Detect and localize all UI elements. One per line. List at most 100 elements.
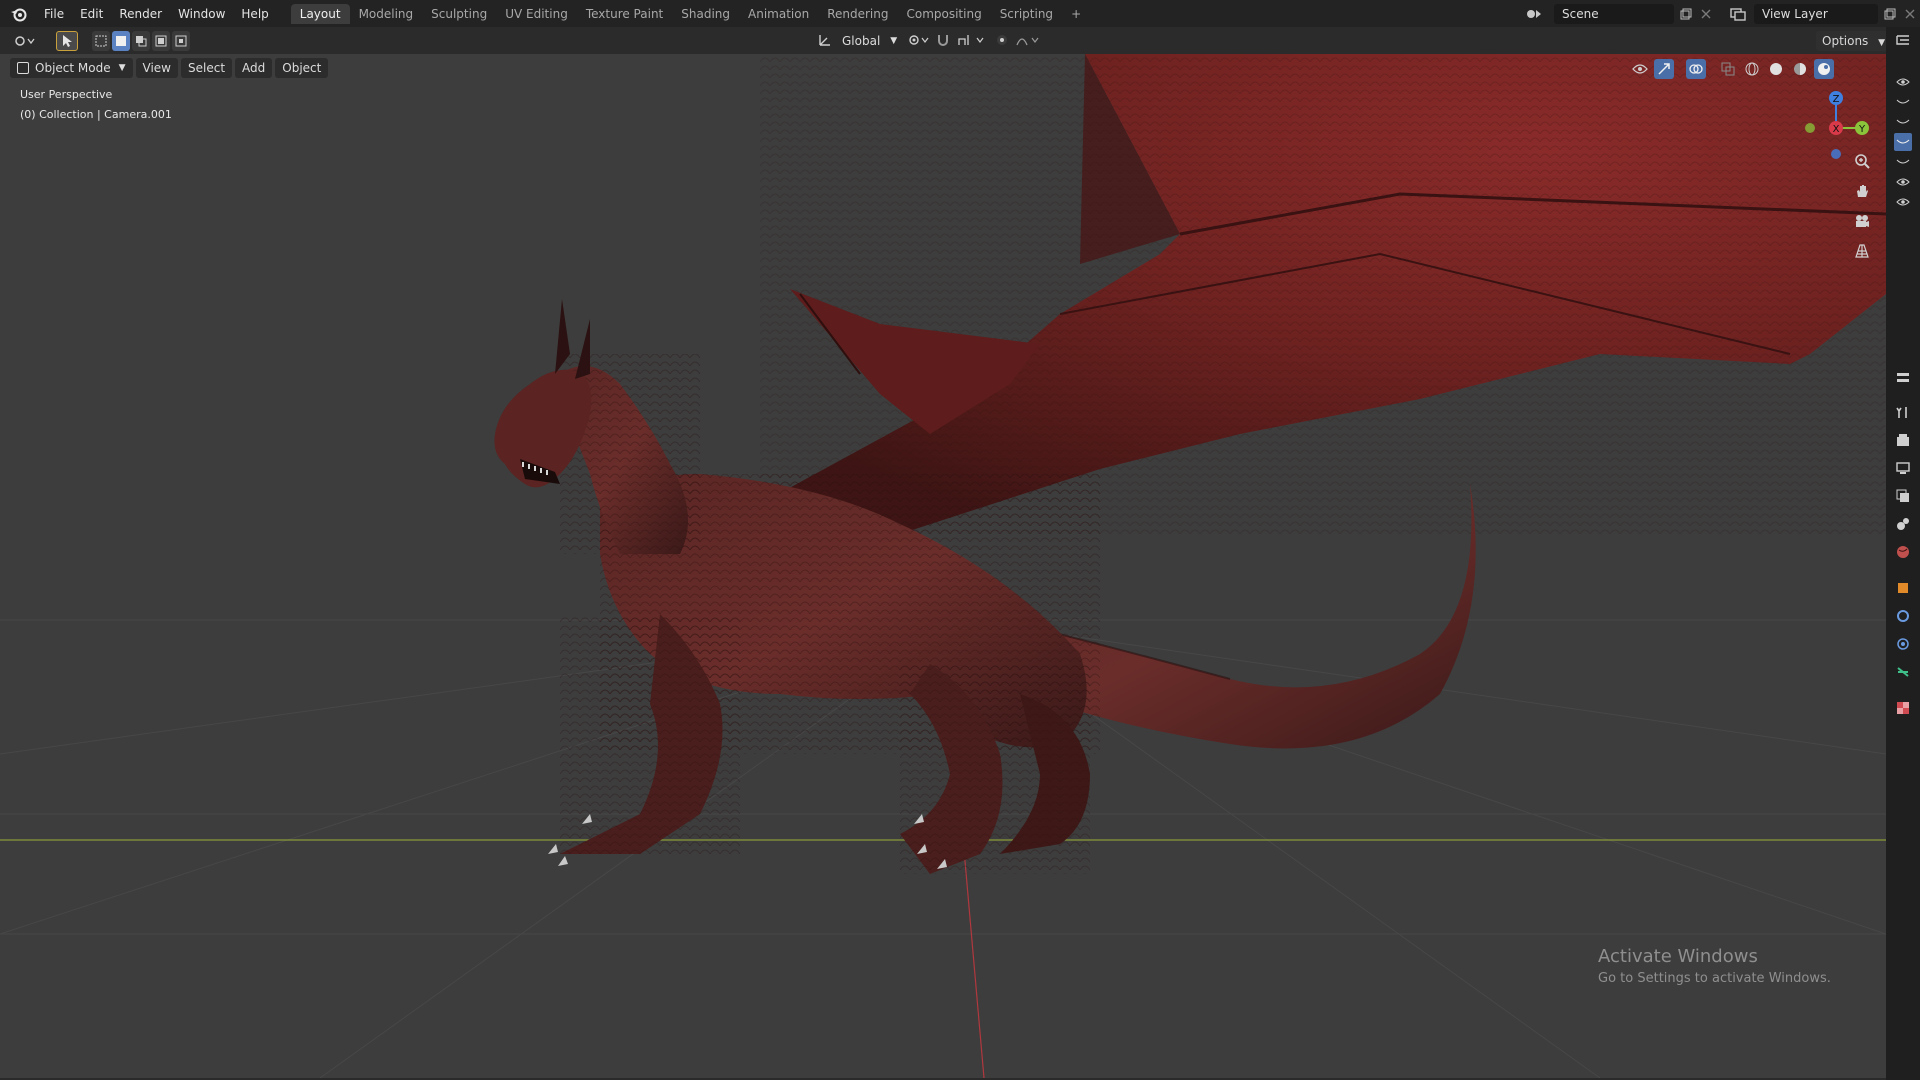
menu-file[interactable]: File: [36, 4, 72, 24]
tab-animation[interactable]: Animation: [739, 4, 818, 24]
tab-texture-paint[interactable]: Texture Paint: [577, 4, 672, 24]
camera-icon[interactable]: [1849, 208, 1875, 234]
svg-text:X: X: [1833, 124, 1840, 135]
hand-icon[interactable]: [1849, 178, 1875, 204]
3d-viewport[interactable]: Object Mode ▼ View Select Add Object Use…: [0, 54, 1886, 1078]
rendered-shading-icon[interactable]: [1814, 59, 1834, 79]
tab-compositing[interactable]: Compositing: [897, 4, 990, 24]
visibility-icon[interactable]: [1630, 59, 1650, 79]
proportional-falloff-icon[interactable]: [1015, 33, 1041, 50]
visibility-icon[interactable]: [1894, 173, 1912, 191]
physics-icon[interactable]: [1894, 635, 1912, 653]
zoom-icon[interactable]: [1849, 148, 1875, 174]
top-bar: File Edit Render Window Help Layout Mode…: [0, 0, 1920, 27]
texture-icon[interactable]: [1894, 699, 1912, 717]
perspective-label: User Perspective: [20, 88, 113, 101]
tab-rendering[interactable]: Rendering: [818, 4, 897, 24]
xray-icon[interactable]: [1718, 59, 1738, 79]
object-mode-dropdown[interactable]: Object Mode ▼: [10, 58, 133, 78]
solid-shading-icon[interactable]: [1766, 59, 1786, 79]
object-mode-icon: [17, 62, 29, 74]
outliner-icon[interactable]: [1894, 32, 1912, 50]
menu-window[interactable]: Window: [170, 4, 233, 24]
menu-render[interactable]: Render: [111, 4, 170, 24]
view-layer-field[interactable]: View Layer: [1754, 4, 1878, 24]
snap-target-icon[interactable]: [957, 33, 985, 50]
select-box-icon[interactable]: [132, 30, 150, 51]
editor-type-icon[interactable]: [10, 31, 40, 51]
object-icon[interactable]: [1894, 579, 1912, 597]
view-layer-icon[interactable]: [1728, 4, 1748, 24]
chevron-down-icon: ▼: [1878, 38, 1886, 48]
options-label: Options: [1822, 34, 1869, 48]
workspace-tabs: Layout Modeling Sculpting UV Editing Tex…: [290, 3, 1090, 24]
svg-text:Z: Z: [1833, 94, 1840, 105]
menu-select[interactable]: Select: [181, 58, 233, 78]
visibility-icon[interactable]: [1894, 73, 1912, 91]
tab-uv-editing[interactable]: UV Editing: [496, 4, 577, 24]
dragon-horn: [575, 319, 590, 379]
menu-edit[interactable]: Edit: [72, 4, 111, 24]
transform-tools: Global ▼: [818, 31, 1041, 51]
collection-label: (0) Collection | Camera.001: [20, 108, 172, 121]
material-shading-icon[interactable]: [1790, 59, 1810, 79]
add-workspace-icon[interactable]: +: [1062, 4, 1090, 24]
scene-name-field[interactable]: Scene: [1554, 4, 1674, 24]
visibility-icon[interactable]: [1894, 93, 1912, 111]
properties-strip: [1886, 27, 1920, 1080]
close-icon[interactable]: [1900, 4, 1920, 24]
svg-text:Y: Y: [1858, 124, 1866, 135]
options-dropdown[interactable]: Options ▼: [1816, 31, 1892, 51]
scene-icon[interactable]: [1524, 4, 1544, 24]
select-arrow-icon[interactable]: [56, 30, 78, 51]
output-icon[interactable]: [1894, 459, 1912, 477]
proportional-edit-icon[interactable]: [995, 33, 1009, 50]
wireframe-shading-icon[interactable]: [1742, 59, 1762, 79]
menu-object[interactable]: Object: [275, 58, 329, 78]
visibility-icon[interactable]: [1894, 153, 1912, 171]
select-box-icon[interactable]: [152, 30, 170, 51]
visibility-icon[interactable]: [1894, 113, 1912, 131]
tab-modeling[interactable]: Modeling: [350, 4, 423, 24]
tab-scripting[interactable]: Scripting: [991, 4, 1062, 24]
tab-layout[interactable]: Layout: [290, 3, 350, 24]
object-mode-label: Object Mode: [35, 61, 111, 75]
selection-mode-group: [92, 30, 190, 51]
visibility-icon[interactable]: [1894, 133, 1912, 151]
watermark-subtitle: Go to Settings to activate Windows.: [1598, 971, 1831, 986]
render-icon[interactable]: [1894, 431, 1912, 449]
menu-view[interactable]: View: [135, 58, 178, 78]
select-box-icon[interactable]: [92, 30, 110, 51]
viewport-scene: [0, 54, 1886, 1078]
scene-selector-group: Scene View Layer: [1524, 4, 1920, 24]
modifier-icon[interactable]: [1894, 607, 1912, 625]
select-box-icon[interactable]: [112, 30, 130, 51]
chevron-down-icon: ▼: [118, 63, 126, 73]
world-icon[interactable]: [1894, 543, 1912, 561]
tab-sculpting[interactable]: Sculpting: [422, 4, 496, 24]
viewport-shading-bar: [1630, 59, 1834, 79]
overlay-icon[interactable]: [1686, 59, 1706, 79]
close-icon[interactable]: [1696, 4, 1716, 24]
menu-add[interactable]: Add: [235, 58, 273, 78]
snap-icon[interactable]: [935, 32, 951, 51]
blender-logo-icon[interactable]: [6, 4, 32, 24]
select-box-icon[interactable]: [172, 30, 190, 51]
constraint-icon[interactable]: [1894, 663, 1912, 681]
scene-props-icon[interactable]: [1894, 515, 1912, 533]
gizmo-icon[interactable]: [1654, 59, 1674, 79]
chevron-down-icon: ▼: [890, 36, 898, 46]
tool-header: Global ▼ Options ▼: [0, 27, 1920, 54]
copy-icon[interactable]: [1880, 4, 1900, 24]
visibility-icon[interactable]: [1894, 193, 1912, 211]
copy-icon[interactable]: [1676, 4, 1696, 24]
tool-icon[interactable]: [1894, 403, 1912, 421]
menu-help[interactable]: Help: [233, 4, 276, 24]
activate-windows-watermark: Activate Windows Go to Settings to activ…: [1598, 946, 1831, 986]
properties-icon[interactable]: [1894, 369, 1912, 387]
pivot-icon[interactable]: [907, 33, 929, 50]
tab-shading[interactable]: Shading: [672, 4, 739, 24]
view-layer-props-icon[interactable]: [1894, 487, 1912, 505]
transform-orientation-dropdown[interactable]: Global ▼: [838, 31, 901, 51]
grid-icon[interactable]: [1849, 238, 1875, 264]
